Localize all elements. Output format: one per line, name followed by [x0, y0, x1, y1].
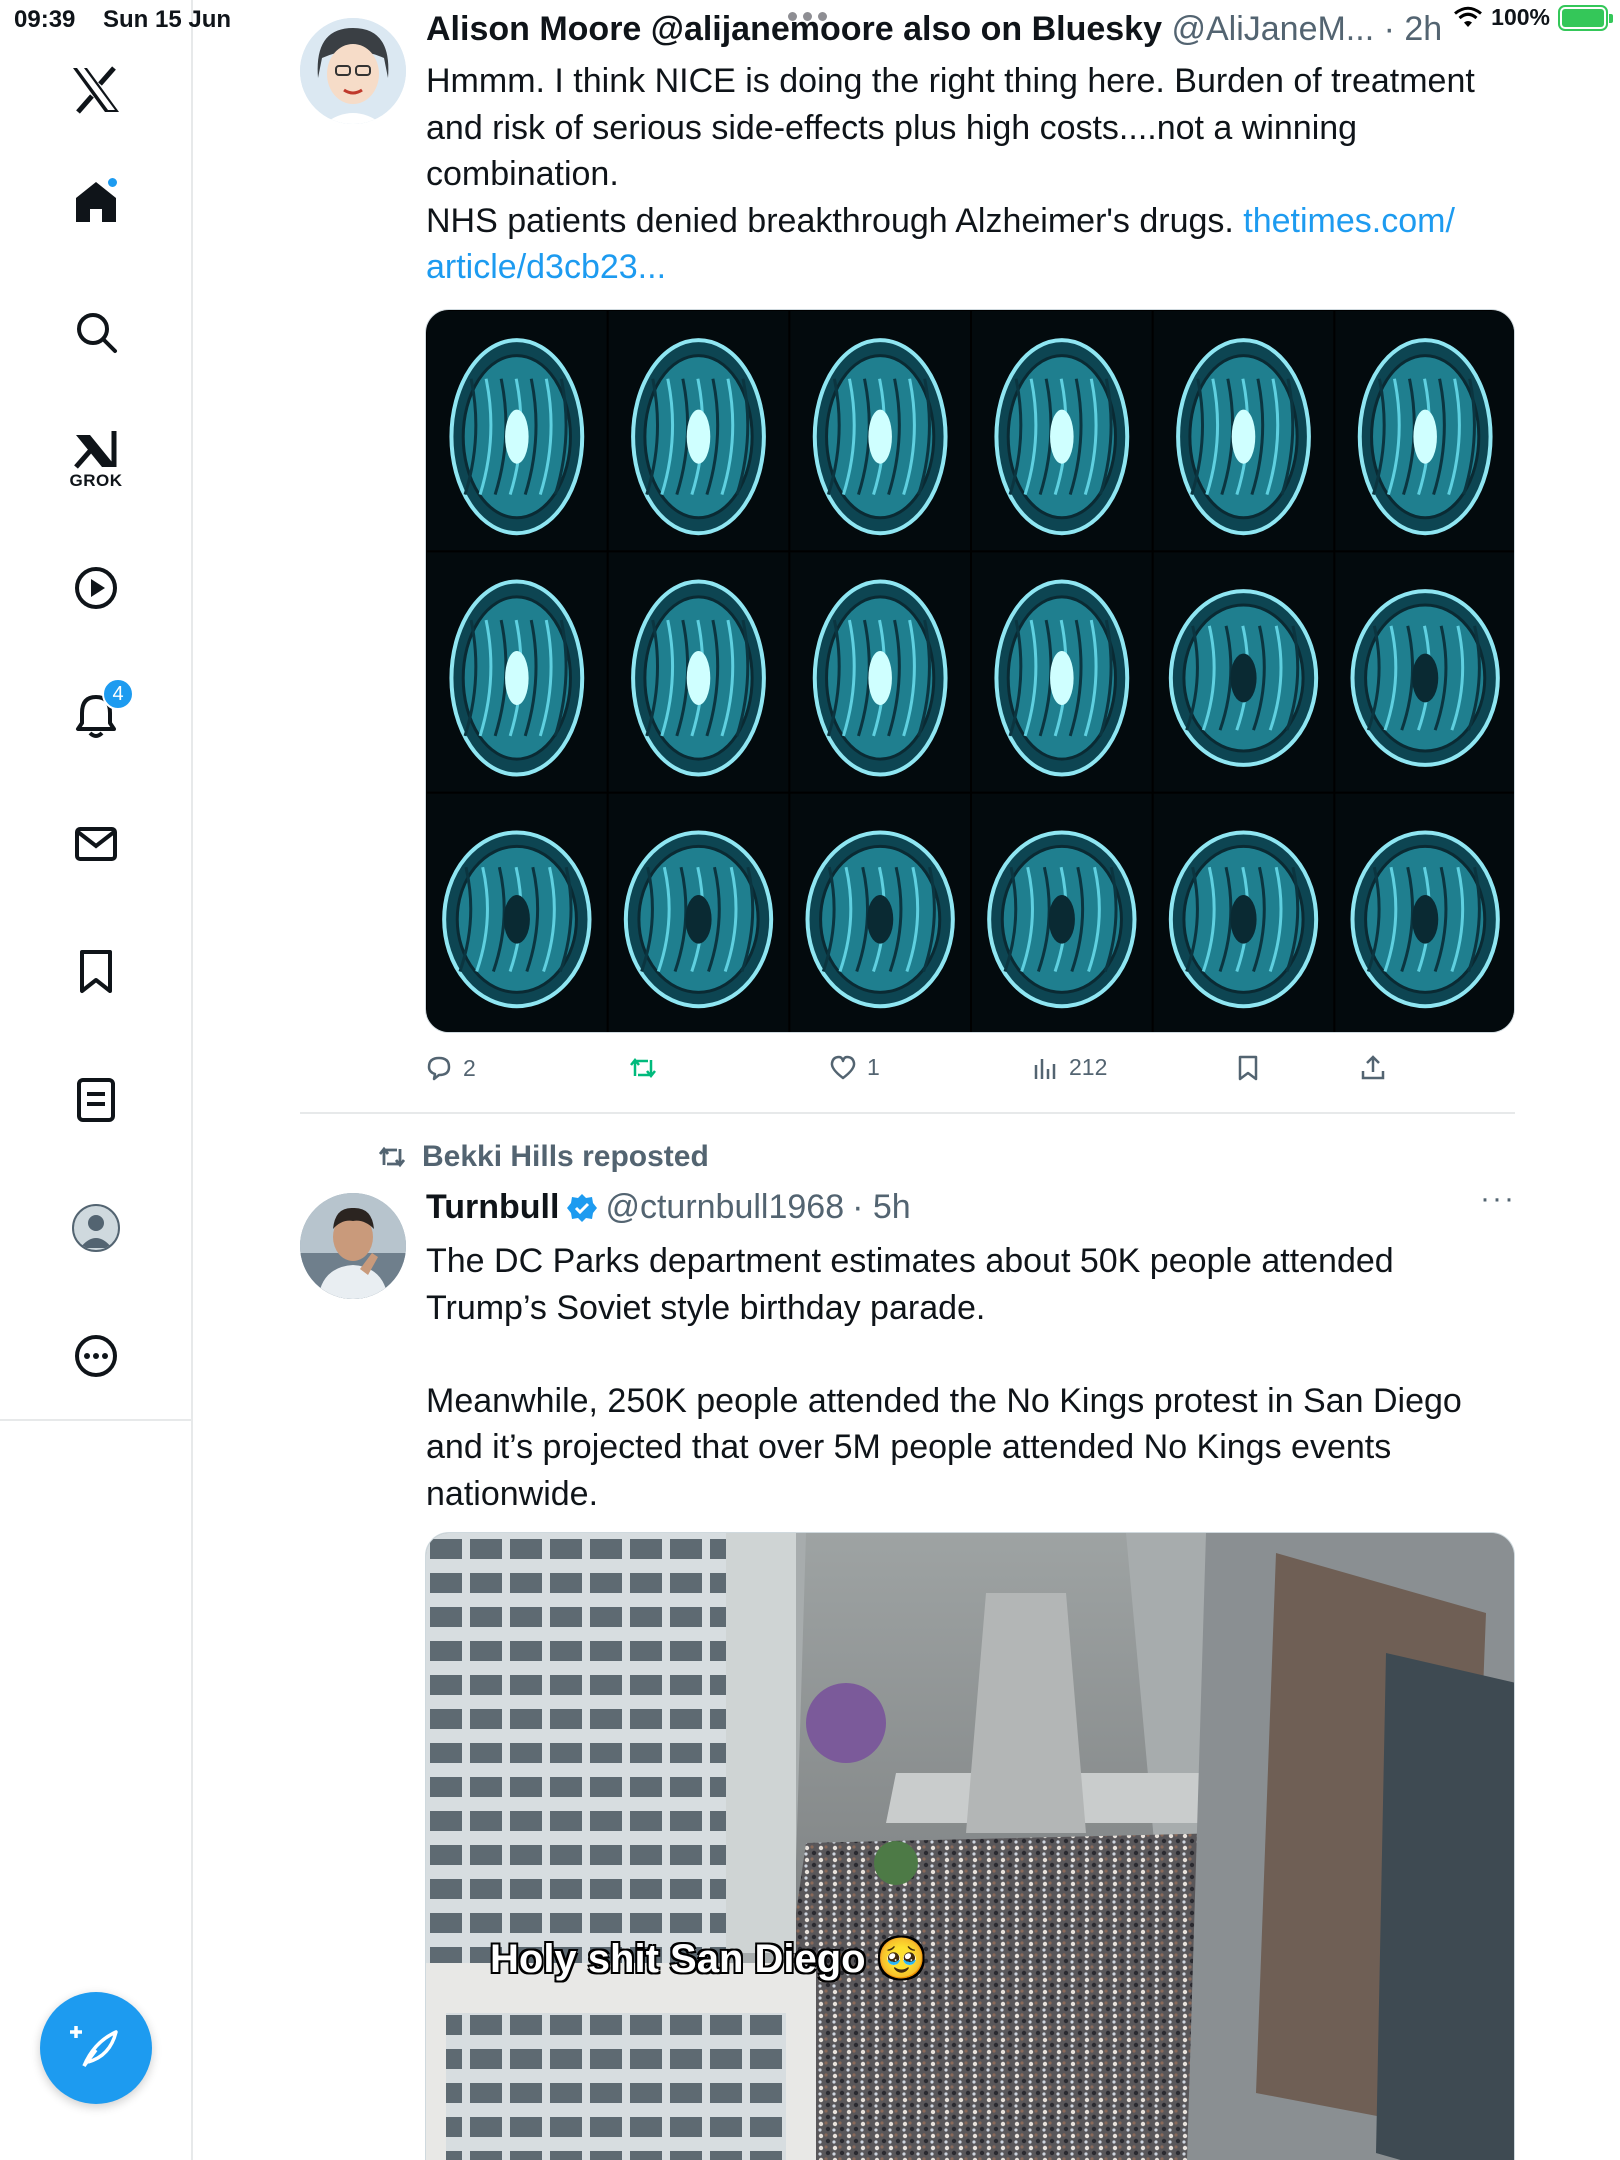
reply-icon — [427, 1056, 451, 1081]
like-button[interactable]: 1 — [829, 1054, 880, 1081]
sidebar-divider — [0, 1419, 193, 1421]
tweet-text-line: Trump’s Soviet style birthday parade. — [426, 1288, 986, 1327]
tweet-text-blank-line — [426, 1331, 1516, 1378]
mri-slice — [427, 311, 607, 551]
grok-label: GROK — [69, 471, 123, 490]
sidebar-item-notifications[interactable]: 4 — [64, 678, 134, 748]
sidebar: GROK 4 — [0, 0, 193, 2160]
mri-slice — [972, 552, 1152, 792]
bookmark-small-icon — [1238, 1055, 1258, 1081]
multitasking-dots-icon[interactable] — [788, 12, 827, 21]
tweet-avatar[interactable] — [300, 1193, 406, 1299]
sidebar-item-search[interactable] — [64, 300, 128, 364]
sidebar-item-grok[interactable]: GROK — [64, 420, 128, 500]
repost-button[interactable] — [628, 1054, 658, 1082]
reply-button[interactable]: 2 — [425, 1054, 476, 1082]
sidebar-item-more[interactable] — [64, 1324, 128, 1388]
mri-slice — [427, 552, 607, 792]
tweet-text: The DC Parks department estimates about … — [426, 1238, 1516, 1517]
compose-icon — [70, 2026, 118, 2068]
tweet-link[interactable]: thetimes.com/ — [1243, 202, 1455, 240]
tweet-more-icon[interactable]: ··· — [1480, 1182, 1516, 1216]
tweet-author-handle[interactable]: @cturnbull1968 — [605, 1188, 844, 1227]
mri-slice — [1153, 311, 1334, 551]
mri-slice — [1335, 552, 1514, 792]
tweet-text-line: NHS patients denied breakthrough Alzheim… — [426, 198, 1516, 245]
tweet-header: Turnbull @cturnbull1968 · 5h — [426, 1188, 911, 1227]
bookmark-button[interactable] — [1236, 1054, 1260, 1082]
tweet-video-crowd[interactable] — [425, 1532, 1515, 2160]
tweet-author-name[interactable]: Turnbull — [426, 1188, 559, 1227]
views-count: 212 — [1069, 1054, 1108, 1080]
views-icon — [1034, 1058, 1056, 1079]
status-time: 09:39 — [14, 6, 76, 33]
x-logo-icon[interactable] — [64, 58, 128, 122]
tweet-text-line: The DC Parks department estimates about … — [426, 1242, 1394, 1280]
tweet-text-line: Meanwhile, 250K people attended the No K… — [426, 1381, 1462, 1420]
home-unread-dot — [106, 176, 119, 189]
verified-badge-icon — [567, 1193, 598, 1222]
tweet-divider — [300, 1112, 1515, 1114]
mri-slice — [1153, 552, 1334, 792]
lists-icon — [77, 1078, 115, 1122]
share-icon — [1361, 1055, 1385, 1080]
status-date: Sun 15 Jun — [103, 6, 232, 33]
repost-context-text: Bekki Hills reposted — [422, 1140, 709, 1173]
more-icon — [75, 1335, 117, 1377]
battery-percent: 100% — [1491, 4, 1550, 30]
tweet-link-continued[interactable]: article/d3cb23... — [426, 248, 666, 286]
mri-slice — [608, 793, 789, 1032]
views-button[interactable]: 212 — [1033, 1054, 1107, 1081]
repost-small-icon — [378, 1146, 406, 1168]
mri-slice — [1335, 311, 1514, 551]
mri-slice — [1153, 793, 1334, 1032]
tweet-time[interactable]: · 5h — [852, 1188, 911, 1227]
battery-icon — [1558, 4, 1613, 31]
tweet-text-line: and it’s projected that over 5M people a… — [426, 1428, 1392, 1466]
mri-slice — [972, 793, 1152, 1032]
mail-icon — [75, 827, 117, 861]
mri-slice — [790, 552, 970, 792]
mri-slice — [972, 311, 1152, 551]
mri-slice — [790, 793, 970, 1032]
status-bar: 09:39 Sun 15 Jun 100% — [0, 0, 1620, 40]
reply-count: 2 — [463, 1054, 476, 1081]
wifi-icon — [1454, 6, 1483, 27]
repost-context[interactable]: Bekki Hills reposted — [376, 1140, 709, 1174]
mri-slice — [427, 793, 607, 1032]
sidebar-item-home[interactable] — [64, 170, 128, 234]
video-icon — [75, 567, 117, 609]
video-caption: Holy shit San Diego 🥹 — [490, 1937, 927, 1981]
mri-slice — [608, 552, 789, 792]
sidebar-item-video[interactable] — [64, 556, 128, 620]
grok-icon — [74, 431, 117, 469]
mri-slice — [790, 311, 970, 551]
tweet-text-line: nationwide. — [426, 1474, 599, 1513]
tweet-image-brain-scans[interactable] — [425, 309, 1515, 1033]
tweet-text: Hmmm. I think NICE is doing the right th… — [426, 58, 1516, 291]
sidebar-item-bookmarks[interactable] — [64, 940, 128, 1004]
tweet-text-line: Hmmm. I think NICE is doing the right th… — [426, 62, 1475, 100]
compose-button[interactable] — [40, 1992, 152, 2104]
mri-slice — [1335, 793, 1514, 1032]
heart-icon — [830, 1055, 856, 1079]
share-button[interactable] — [1360, 1054, 1386, 1082]
status-right: 100% — [1453, 4, 1613, 31]
bookmark-icon — [80, 950, 112, 993]
sidebar-item-messages[interactable] — [64, 812, 128, 876]
mri-slice — [608, 311, 789, 551]
tweet-text-line: and risk of serious side-effects plus hi… — [426, 108, 1358, 147]
search-icon — [77, 313, 117, 353]
sidebar-item-profile[interactable] — [64, 1196, 128, 1260]
tweet-text-line-4: NHS patients denied breakthrough Alzheim… — [426, 201, 1244, 240]
profile-icon — [72, 1204, 120, 1252]
like-count: 1 — [867, 1054, 880, 1080]
tweet-text-line: combination. — [426, 155, 619, 193]
notifications-badge: 4 — [102, 678, 134, 710]
sidebar-item-lists[interactable] — [64, 1068, 128, 1132]
repost-icon — [630, 1057, 656, 1079]
